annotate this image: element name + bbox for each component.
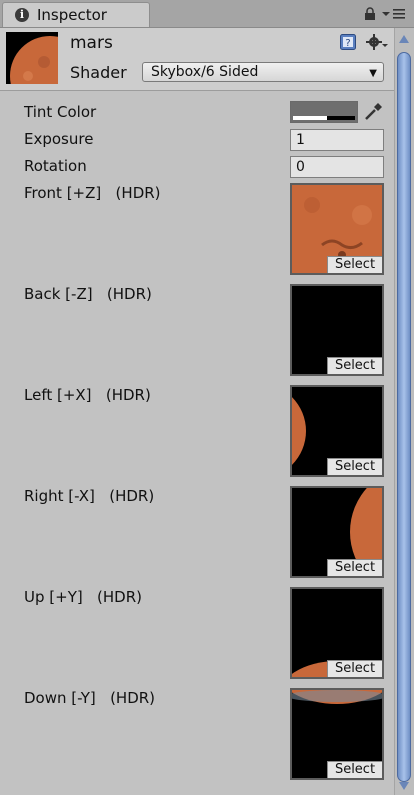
info-icon: i [15, 8, 29, 22]
lock-icon[interactable] [364, 7, 376, 21]
down-texture-label: Down [-Y] (HDR) [24, 689, 156, 707]
tab-menu-icon[interactable] [382, 8, 406, 20]
alpha-bar [293, 116, 355, 120]
tab-label: Inspector [37, 6, 107, 24]
left-texture-label: Left [+X] (HDR) [24, 386, 151, 404]
up-texture-label: Up [+Y] (HDR) [24, 588, 142, 606]
shader-dropdown[interactable]: Skybox/6 Sided ▼ [142, 62, 384, 82]
exposure-field[interactable]: 1 [290, 129, 384, 151]
svg-text:?: ? [345, 38, 350, 49]
up-texture-slot[interactable]: Select [290, 587, 384, 679]
help-icon[interactable]: ? [340, 34, 356, 50]
front-select-button[interactable]: Select [327, 256, 382, 273]
up-select-button[interactable]: Select [327, 660, 382, 677]
material-name: mars [70, 33, 113, 53]
left-select-button[interactable]: Select [327, 458, 382, 475]
tab-bar: i Inspector [0, 0, 414, 28]
tint-color-label: Tint Color [24, 103, 97, 121]
rotation-label: Rotation [24, 157, 87, 175]
scroll-down-arrow-icon[interactable] [398, 780, 410, 792]
scrollbar-thumb[interactable] [397, 52, 411, 782]
rotation-field[interactable]: 0 [290, 156, 384, 178]
tint-color-swatch[interactable] [290, 101, 358, 123]
back-texture-slot[interactable]: Select [290, 284, 384, 376]
material-header: mars Shader Skybox/6 Sided ▼ ? [0, 28, 394, 91]
eyedropper-icon[interactable] [362, 101, 384, 123]
left-texture-slot[interactable]: Select [290, 385, 384, 477]
right-select-button[interactable]: Select [327, 559, 382, 576]
shader-value: Skybox/6 Sided [151, 64, 259, 80]
down-select-button[interactable]: Select [327, 761, 382, 778]
back-texture-label: Back [-Z] (HDR) [24, 285, 152, 303]
front-texture-label: Front [+Z] (HDR) [24, 184, 161, 202]
tab-inspector[interactable]: i Inspector [2, 2, 150, 27]
down-texture-slot[interactable]: Select [290, 688, 384, 780]
exposure-label: Exposure [24, 130, 94, 148]
scroll-up-arrow-icon[interactable] [398, 32, 410, 46]
right-texture-label: Right [-X] (HDR) [24, 487, 155, 505]
material-preview-thumbnail [6, 32, 58, 84]
right-texture-slot[interactable]: Select [290, 486, 384, 578]
shader-label: Shader [70, 63, 127, 82]
back-select-button[interactable]: Select [327, 357, 382, 374]
chevron-down-icon: ▼ [369, 68, 377, 79]
front-texture-slot[interactable]: Select [290, 183, 384, 275]
gear-icon[interactable] [366, 34, 388, 50]
